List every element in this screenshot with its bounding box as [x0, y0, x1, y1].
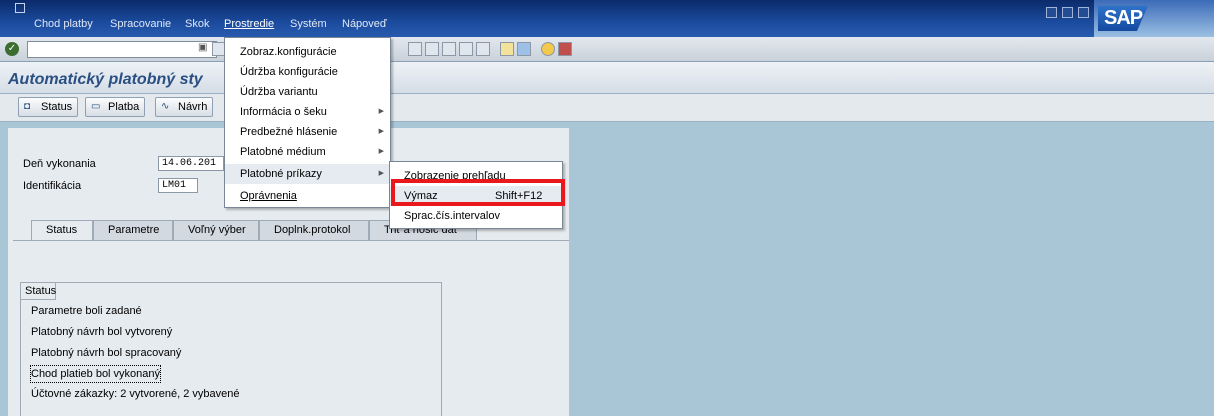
maximize-icon[interactable]: [1062, 7, 1073, 18]
menu-item-udrzba-variantu[interactable]: Údržba variantu: [225, 82, 390, 102]
menu-system[interactable]: Systém: [290, 18, 327, 30]
previous-page-icon[interactable]: [459, 42, 473, 56]
page-title: Automatický platobný sty: [8, 71, 203, 88]
identification-field[interactable]: LM01: [158, 178, 198, 193]
proposal-icon: ∿: [161, 101, 170, 112]
status-row: Platobný návrh bol spracovaný: [31, 347, 182, 359]
menu-item-platobne-prikazy[interactable]: Platobné príkazy ▶: [225, 164, 390, 184]
application-toolbar: ◘ Status ▭ Platba ∿ Návrh: [0, 94, 1214, 122]
enter-check-icon[interactable]: ✓: [5, 42, 19, 56]
menu-item-label: Informácia o šeku: [240, 106, 327, 118]
tab-parametre[interactable]: Parametre: [93, 220, 173, 240]
chevron-right-icon: ▶: [378, 148, 384, 155]
menu-item-predbezne-hlasenie[interactable]: Predbežné hlásenie ▶: [225, 122, 390, 142]
menu-item-label: Platobné médium: [240, 146, 326, 158]
chevron-right-icon: ▶: [378, 128, 384, 135]
tab-volny-vyber[interactable]: Voľný výber: [173, 220, 259, 240]
menu-item-platobne-medium[interactable]: Platobné médium ▶: [225, 142, 390, 162]
menu-item-label: Údržba variantu: [240, 86, 318, 98]
menu-item-label: Predbežné hlásenie: [240, 126, 338, 138]
prostredie-menu: Zobraz.konfigurácie Údržba konfigurácie …: [224, 37, 391, 208]
status-groupbox-title: Status: [20, 282, 56, 300]
status-button-label: Status: [41, 101, 73, 113]
menu-item-label: Údržba konfigurácie: [240, 66, 338, 78]
close-icon[interactable]: [1078, 7, 1089, 18]
app-menu-icon[interactable]: [15, 3, 25, 13]
menu-skok[interactable]: Skok: [185, 18, 209, 30]
help-icon[interactable]: [541, 42, 555, 56]
status-button[interactable]: ◘ Status: [18, 97, 79, 117]
proposal-button-label: Návrh: [178, 101, 208, 113]
find-next-icon[interactable]: [425, 42, 439, 56]
submenu-item-sprac-cis-intervalov[interactable]: Sprac.čís.intervalov: [390, 206, 562, 226]
menu-napoveda[interactable]: Nápoveď: [342, 18, 387, 30]
menu-item-label: Oprávnenia: [240, 190, 297, 202]
minimize-icon[interactable]: [1046, 7, 1057, 18]
menu-item-udrzba-konfiguracie[interactable]: Údržba konfigurácie: [225, 62, 390, 82]
shortcut-icon[interactable]: [517, 42, 531, 56]
status-icon: ◘: [24, 101, 31, 112]
menu-chod-platby[interactable]: Chod platby: [34, 18, 93, 30]
tab-status[interactable]: Status: [31, 220, 93, 240]
menu-item-informacia-o-seku[interactable]: Informácia o šeku ▶: [225, 102, 390, 122]
new-session-icon[interactable]: [500, 42, 514, 56]
save-icon[interactable]: ▣: [198, 42, 210, 54]
date-label: Deň vykonania: [23, 158, 96, 170]
proposal-button[interactable]: ∿ Návrh: [155, 97, 214, 117]
highlight-box: [391, 179, 565, 206]
chevron-right-icon: ▶: [378, 108, 384, 115]
tab-doplnk-protokol[interactable]: Doplnk.protokol: [259, 220, 369, 240]
payment-button-label: Platba: [108, 101, 140, 113]
submenu-item-label: Sprac.čís.intervalov: [404, 210, 500, 222]
status-row: Platobný návrh bol vytvorený: [31, 326, 173, 338]
command-field[interactable]: [27, 41, 217, 58]
menu-item-label: Platobné príkazy: [240, 168, 322, 180]
layout-menu-icon[interactable]: [558, 42, 572, 56]
chevron-right-icon: ▶: [378, 170, 384, 177]
menu-spracovanie[interactable]: Spracovanie: [110, 18, 171, 30]
status-row: Účtovné zákazky: 2 vytvorené, 2 vybavené: [31, 388, 240, 400]
menu-item-label: Zobraz.konfigurácie: [240, 46, 337, 58]
identification-label: Identifikácia: [23, 180, 82, 192]
title-bar: Automatický platobný sty: [0, 62, 1214, 94]
date-field[interactable]: 14.06.201: [158, 156, 224, 171]
status-row: Parametre boli zadané: [31, 305, 142, 317]
find-icon[interactable]: [408, 42, 422, 56]
payment-icon: ▭: [91, 101, 101, 112]
menu-prostredie[interactable]: Prostredie: [224, 18, 274, 30]
menu-item-opravnenia[interactable]: Oprávnenia: [225, 186, 390, 206]
payment-button[interactable]: ▭ Platba: [85, 97, 146, 117]
menu-bar: Chod platby Spracovanie Skok Prostredie …: [0, 0, 1214, 37]
status-row-focused[interactable]: Chod platieb bol vykonaný: [29, 365, 162, 383]
standard-toolbar: ✓ ▣: [0, 37, 1214, 62]
next-page-icon[interactable]: [476, 42, 490, 56]
menu-item-zobraz-konfiguracie[interactable]: Zobraz.konfigurácie: [225, 42, 390, 62]
first-page-icon[interactable]: [442, 42, 456, 56]
